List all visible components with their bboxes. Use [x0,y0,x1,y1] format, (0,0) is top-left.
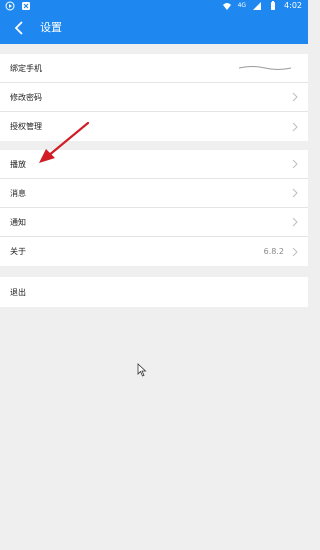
bind-phone-label: 绑定手机 [10,63,42,73]
app-bar: 设置 [0,12,308,44]
back-button[interactable] [10,19,28,37]
network-type: 4G [237,2,247,9]
chevron-right-icon [292,159,298,169]
notifications-label: 通知 [10,217,26,227]
notification-badge-icon [22,2,30,10]
status-bar: 4G 4:02 [0,0,308,12]
about-label: 关于 [10,247,26,256]
chevron-right-icon [292,92,298,102]
header: 4G 4:02 设置 [0,0,308,44]
chevron-right-icon [292,122,298,131]
chevron-right-icon [292,188,298,198]
wifi-icon [222,3,231,10]
logout-row[interactable]: 退出 [0,277,308,307]
page-title: 设置 [40,21,62,34]
clock: 4:02 [284,1,302,10]
about-row[interactable]: 关于 6.8.2 [0,237,308,266]
change-password-row[interactable]: 修改密码 [0,83,308,112]
battery-icon [271,1,276,10]
signal-icon [253,2,262,10]
messages-row[interactable]: 消息 [0,179,308,208]
chevron-right-icon [292,217,298,227]
notifications-row[interactable]: 通知 [0,208,308,237]
play-badge-icon [5,1,15,11]
messages-label: 消息 [10,188,26,198]
version-value: 6.8.2 [263,247,284,256]
change-password-label: 修改密码 [10,92,42,102]
settings-screen: 4G 4:02 设置 绑定手机 修改密码 授权管理 播放 消息 通知 关于 6.… [0,0,308,550]
mouse-pointer-icon [137,363,147,377]
masked-phone-value [238,66,292,70]
chevron-right-icon [292,247,298,256]
red-arrow-icon [39,121,90,163]
logout-group: 退出 [0,277,308,307]
chevron-left-icon [14,21,23,35]
app-settings-group: 播放 消息 通知 关于 6.8.2 [0,150,308,266]
bind-phone-row[interactable]: 绑定手机 [0,54,308,83]
logout-label: 退出 [10,287,26,297]
